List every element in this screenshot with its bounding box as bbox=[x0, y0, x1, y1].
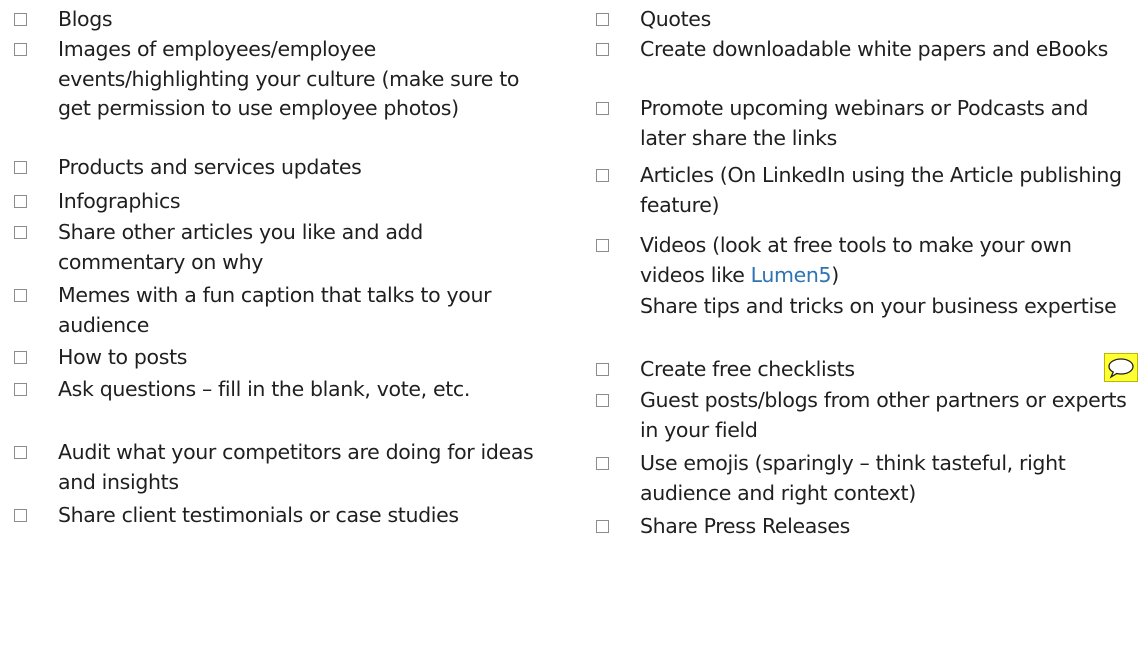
checkbox[interactable] bbox=[14, 383, 27, 396]
checklist-item-text: Promote upcoming webinars or Podcasts an… bbox=[640, 96, 1089, 150]
checkbox[interactable] bbox=[596, 457, 609, 470]
checklist-item-text: How to posts bbox=[58, 345, 188, 369]
video-item-text: Videos (look at free tools to make your … bbox=[640, 233, 1072, 287]
right-checklist: Quotes Create downloadable white papers … bbox=[594, 5, 1134, 543]
checklist-item: Guest posts/blogs from other partners or… bbox=[594, 386, 1134, 449]
checkbox[interactable] bbox=[14, 509, 27, 522]
checkbox[interactable] bbox=[14, 43, 27, 56]
checkbox[interactable] bbox=[14, 289, 27, 302]
checklist-item: Share other articles you like and add co… bbox=[12, 218, 552, 281]
checklist-item-text: Memes with a fun caption that talks to y… bbox=[58, 283, 492, 337]
checkbox[interactable] bbox=[596, 520, 609, 533]
checkbox[interactable] bbox=[596, 363, 609, 376]
speech-bubble-icon[interactable] bbox=[1104, 353, 1138, 382]
checkbox[interactable] bbox=[14, 446, 27, 459]
checklist-item: Ask questions – fill in the blank, vote,… bbox=[12, 375, 552, 438]
checklist-item-text: Audit what your competitors are doing fo… bbox=[58, 440, 534, 494]
checklist-item: How to posts bbox=[12, 343, 552, 375]
checklist-item: Products and services updates bbox=[12, 153, 552, 187]
checklist-item-text: Create downloadable white papers and eBo… bbox=[640, 37, 1108, 61]
checklist-item-text: Blogs bbox=[58, 7, 113, 31]
checklist-item-text: Create free checklists bbox=[640, 357, 855, 381]
checkbox[interactable] bbox=[596, 13, 609, 26]
checkbox[interactable] bbox=[14, 195, 27, 208]
checklist-item: Create downloadable white papers and eBo… bbox=[594, 35, 1134, 94]
checklist-item: Create free checklists bbox=[594, 355, 1134, 386]
checklist-item-text: Ask questions – fill in the blank, vote,… bbox=[58, 377, 471, 401]
checklist-item: Audit what your competitors are doing fo… bbox=[12, 438, 552, 501]
checklist-item-text: Infographics bbox=[58, 189, 181, 213]
video-item-close: ) bbox=[831, 262, 839, 287]
checkbox[interactable] bbox=[14, 226, 27, 239]
checklist-item: Articles (On LinkedIn using the Article … bbox=[594, 161, 1134, 231]
checkbox[interactable] bbox=[14, 351, 27, 364]
checklist-item: Quotes bbox=[594, 5, 1134, 35]
left-checklist: Blogs Images of employees/employee event… bbox=[12, 5, 552, 532]
checklist-item: Share Press Releases bbox=[594, 512, 1134, 543]
checklist-item: Promote upcoming webinars or Podcasts an… bbox=[594, 94, 1134, 161]
checkbox[interactable] bbox=[596, 394, 609, 407]
checklist-item: Images of employees/employee events/high… bbox=[12, 35, 552, 153]
checklist-item: Share client testimonials or case studie… bbox=[12, 501, 552, 532]
checklist-item-text: Share other articles you like and add co… bbox=[58, 220, 423, 274]
checklist-item-text: Use emojis (sparingly – think tasteful, … bbox=[640, 451, 1066, 505]
checkbox[interactable] bbox=[596, 43, 609, 56]
checklist-item: Share tips and tricks on your business e… bbox=[594, 292, 1134, 355]
checklist-item-text: Share Press Releases bbox=[640, 514, 850, 538]
checklist-item: Infographics bbox=[12, 187, 552, 218]
checklist-item: Use emojis (sparingly – think tasteful, … bbox=[594, 449, 1134, 512]
checkbox[interactable] bbox=[596, 169, 609, 182]
checklist-item-text: Quotes bbox=[640, 7, 711, 31]
checkbox[interactable] bbox=[14, 161, 27, 174]
checklist-item: Videos (look at free tools to make your … bbox=[594, 231, 1134, 292]
checklist-item-text: Share client testimonials or case studie… bbox=[58, 503, 459, 527]
lumen5-link[interactable]: Lumen5 bbox=[751, 263, 832, 287]
speech-bubble-shape bbox=[1108, 358, 1134, 379]
checkbox[interactable] bbox=[14, 13, 27, 26]
checklist-item-text: Images of employees/employee events/high… bbox=[58, 37, 520, 120]
checkbox[interactable] bbox=[596, 102, 609, 115]
checklist-item-text: Articles (On LinkedIn using the Article … bbox=[640, 163, 1122, 217]
checklist-item-text: Guest posts/blogs from other partners or… bbox=[640, 388, 1127, 442]
checklist-item: Memes with a fun caption that talks to y… bbox=[12, 281, 552, 343]
checklist-item: Blogs bbox=[12, 5, 552, 35]
checklist-item-text: Share tips and tricks on your business e… bbox=[640, 294, 1117, 318]
checklist-item-text: Products and services updates bbox=[58, 155, 362, 179]
checkbox[interactable] bbox=[596, 239, 609, 252]
checklist-item-text: Videos (look at free tools to make your … bbox=[640, 233, 1072, 287]
